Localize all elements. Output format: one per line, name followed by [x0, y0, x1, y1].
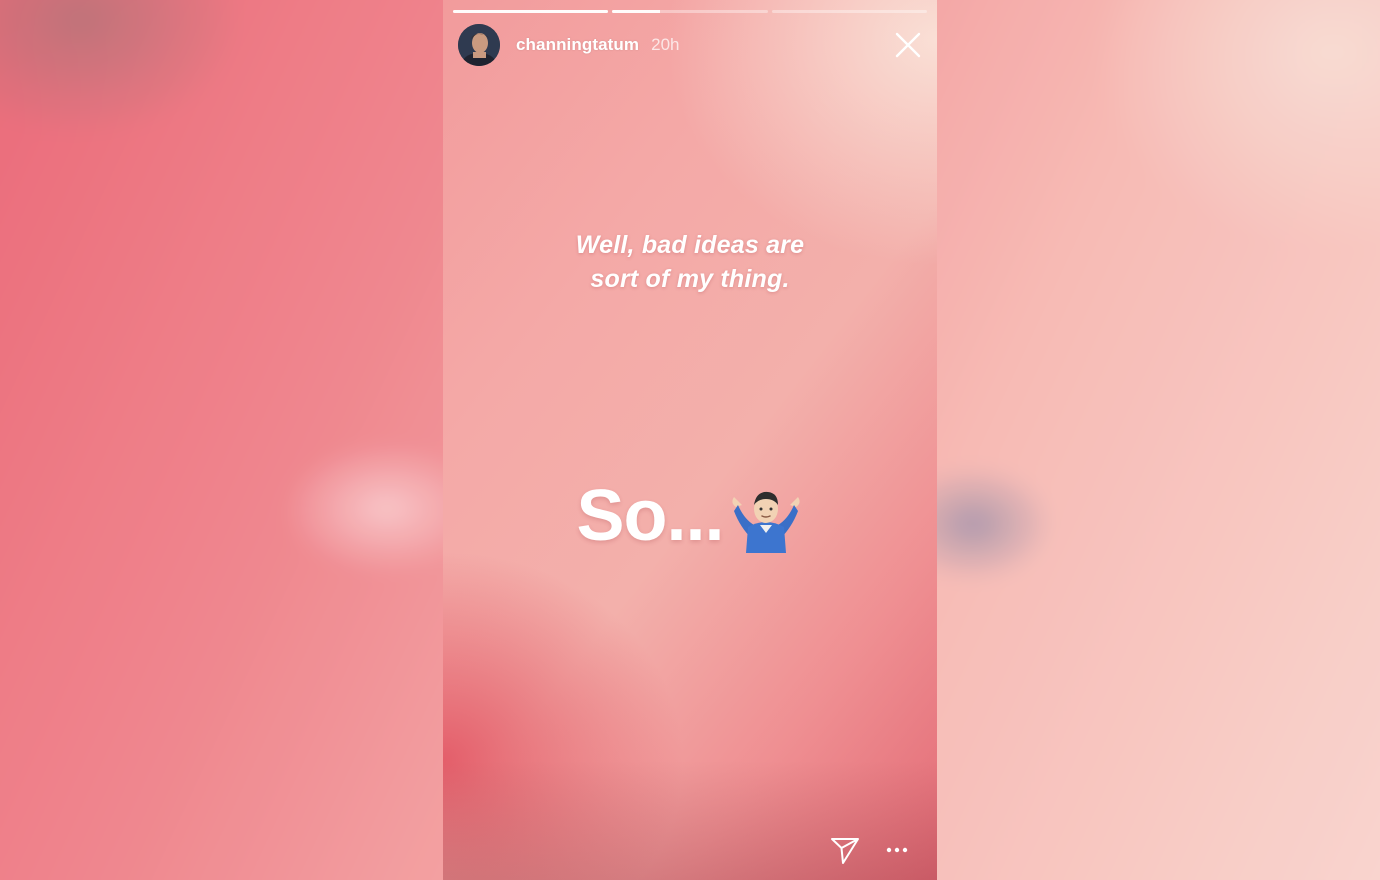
progress-segment [612, 10, 768, 13]
more-options-icon [886, 847, 908, 853]
big-text-word: So... [576, 476, 724, 556]
progress-fill [453, 10, 609, 13]
story-big-text: So... [443, 476, 937, 556]
progress-segment [771, 10, 927, 13]
story-header: channingtatum 20h [458, 22, 925, 68]
more-options-button[interactable] [879, 832, 915, 868]
story-viewer: channingtatum 20h Well, bad ideas are so… [0, 0, 1380, 880]
caption-line: Well, bad ideas are [575, 231, 805, 259]
username[interactable]: channingtatum [516, 35, 639, 55]
close-button[interactable] [893, 30, 923, 60]
avatar[interactable] [458, 24, 500, 66]
previous-story-area[interactable] [0, 0, 443, 880]
timestamp: 20h [651, 35, 680, 54]
story-footer [827, 832, 915, 868]
next-story-area[interactable] [937, 0, 1380, 880]
progress-fill [612, 10, 661, 13]
send-icon [831, 838, 859, 864]
story-progress-bar [453, 10, 927, 13]
story-caption: Well, bad ideas are sort of my thing. [443, 228, 937, 296]
story-frame[interactable]: channingtatum 20h Well, bad ideas are so… [443, 0, 937, 880]
caption-line: sort of my thing. [590, 265, 790, 293]
man-shrugging-icon [728, 483, 804, 553]
close-icon [895, 32, 921, 58]
send-button[interactable] [827, 832, 863, 868]
progress-segment [453, 10, 609, 13]
